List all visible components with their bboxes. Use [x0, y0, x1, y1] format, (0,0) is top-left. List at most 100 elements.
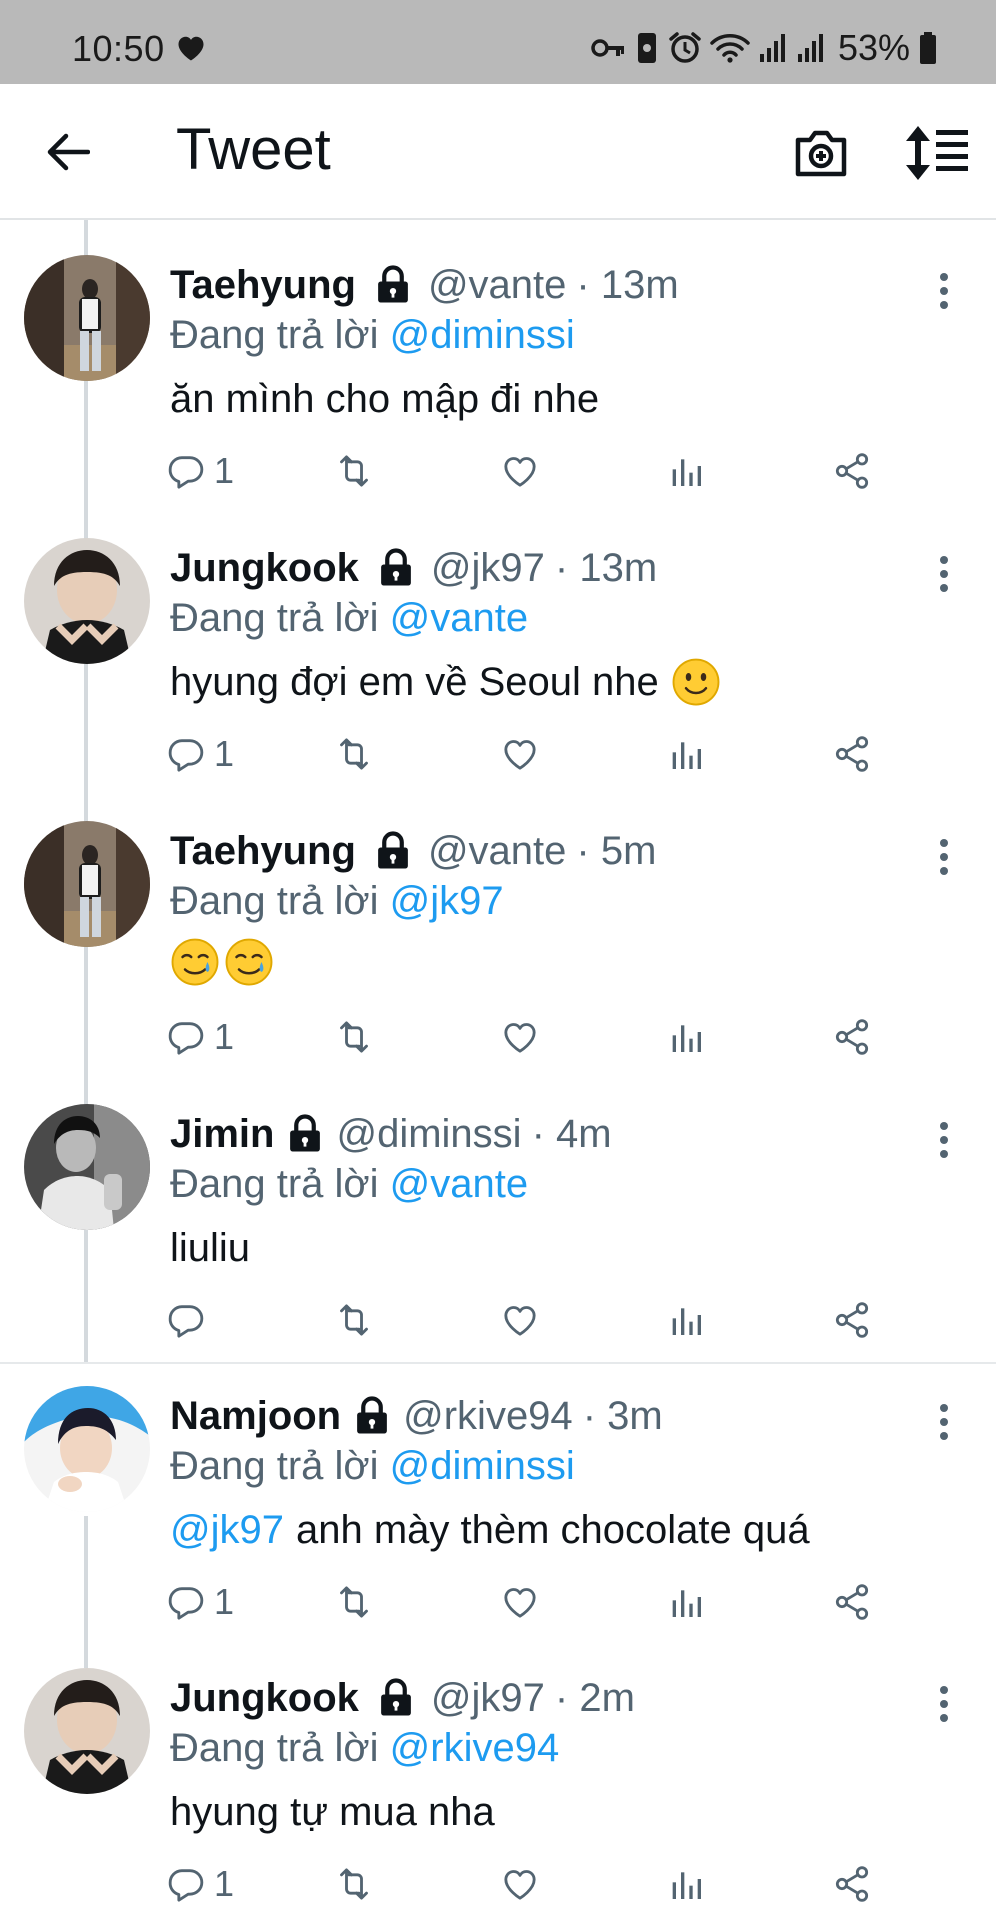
reply-button[interactable]: 1 [166, 1856, 234, 1912]
retweet-button[interactable] [334, 726, 374, 782]
more-button[interactable] [930, 1680, 958, 1728]
retweet-button[interactable] [334, 1009, 374, 1065]
like-button[interactable] [500, 1574, 540, 1630]
author-handle: @rkive94 [403, 1394, 573, 1438]
like-button[interactable] [500, 1009, 540, 1065]
reply-prefix: Đang trả lời [170, 596, 379, 640]
more-button[interactable] [930, 1398, 958, 1446]
share-button[interactable] [832, 443, 872, 499]
retweet-button[interactable] [334, 443, 374, 499]
lock-icon [637, 33, 656, 63]
avatar[interactable] [24, 255, 150, 381]
avatar[interactable] [24, 1668, 150, 1794]
share-button[interactable] [832, 726, 872, 782]
views-button[interactable] [666, 1009, 706, 1065]
lock-icon [372, 829, 414, 873]
more-icon [940, 1404, 948, 1412]
like-button[interactable] [500, 1292, 540, 1348]
like-button[interactable] [500, 1856, 540, 1912]
tweet[interactable]: Jungkook @jk97 · 2m Đang trả lời @rkive9… [0, 1668, 996, 1920]
author-name[interactable]: Jungkook [170, 1670, 359, 1726]
views-icon [666, 1582, 706, 1622]
more-button[interactable] [930, 550, 958, 598]
reply-mention[interactable]: @vante [390, 596, 528, 640]
author-name[interactable]: Jimin [170, 1106, 274, 1162]
views-button[interactable] [666, 1574, 706, 1630]
sort-button[interactable] [904, 122, 970, 184]
retweet-button[interactable] [334, 1292, 374, 1348]
like-button[interactable] [500, 443, 540, 499]
share-button[interactable] [832, 1009, 872, 1065]
share-button[interactable] [832, 1292, 872, 1348]
camera-button[interactable] [790, 122, 852, 184]
tweet-text: liuliu [170, 1220, 250, 1276]
views-icon [666, 1300, 706, 1340]
author-name[interactable]: Taehyung [170, 257, 356, 313]
views-button[interactable] [666, 1292, 706, 1348]
share-button[interactable] [832, 1856, 872, 1912]
tweet-author: Taehyung @vante · 5m [170, 823, 656, 879]
avatar[interactable] [24, 821, 150, 947]
share-button[interactable] [832, 1574, 872, 1630]
back-button[interactable] [40, 124, 96, 180]
tweet-text: @jk97 anh mày thèm chocolate quá [170, 1502, 810, 1558]
views-button[interactable] [666, 726, 706, 782]
lock-icon [351, 1394, 393, 1438]
views-button[interactable] [666, 1856, 706, 1912]
more-icon [940, 273, 948, 281]
tweet[interactable]: Jungkook @jk97 · 13m Đang trả lời @vante… [0, 538, 996, 803]
reply-icon [166, 1300, 206, 1340]
tweet-mention[interactable]: @jk97 [170, 1502, 284, 1558]
status-bar: 10:50 53% [0, 0, 996, 84]
more-button[interactable] [930, 833, 958, 881]
reply-count: 1 [214, 1016, 235, 1057]
author-name[interactable]: Jungkook [170, 540, 359, 596]
like-icon [500, 1017, 540, 1057]
reply-mention[interactable]: @diminssi [390, 313, 575, 357]
avatar[interactable] [24, 538, 150, 664]
tweet-body: anh mày thèm chocolate quá [295, 1508, 810, 1552]
like-button[interactable] [500, 726, 540, 782]
reply-mention[interactable]: @jk97 [390, 879, 504, 923]
tweet-actions: 1 [166, 1856, 886, 1912]
avatar-image [24, 1668, 150, 1794]
tweet[interactable]: Taehyung @vante · 13m Đang trả lời @dimi… [0, 255, 996, 520]
reply-prefix: Đang trả lời [170, 1444, 379, 1488]
signal-icon [797, 34, 823, 62]
reply-prefix: Đang trả lời [170, 313, 379, 357]
back-arrow-icon [47, 133, 90, 171]
reply-mention[interactable]: @rkive94 [390, 1726, 560, 1770]
reply-button[interactable]: 1 [166, 1009, 234, 1065]
tweet[interactable]: Taehyung @vante · 5m Đang trả lời @jk97 … [0, 821, 996, 1086]
tweet-body: hyung đợi em về Seoul nhe [170, 660, 659, 704]
reply-mention[interactable]: @vante [390, 1162, 528, 1206]
replying-to: Đang trả lời @vante [170, 1156, 528, 1212]
sort-icon [906, 126, 968, 180]
more-button[interactable] [930, 1116, 958, 1164]
reply-icon [166, 1017, 206, 1057]
avatar[interactable] [24, 1104, 150, 1230]
reply-button[interactable] [166, 1292, 214, 1348]
like-icon [500, 1864, 540, 1904]
author-name[interactable]: Taehyung [170, 823, 356, 879]
retweet-icon [334, 1582, 374, 1622]
smiling-face-with-tear-emoji [225, 938, 273, 986]
retweet-button[interactable] [334, 1574, 374, 1630]
reply-button[interactable]: 1 [166, 443, 234, 499]
tweet[interactable]: Jimin @diminssi · 4m Đang trả lời @vante… [0, 1104, 996, 1362]
author-handle: @jk97 [430, 1676, 545, 1720]
avatar[interactable] [24, 1386, 150, 1512]
tweet[interactable]: Namjoon @rkive94 · 3m Đang trả lời @dimi… [0, 1386, 996, 1651]
author-name[interactable]: Namjoon [170, 1388, 341, 1444]
reply-mention[interactable]: @diminssi [390, 1444, 575, 1488]
views-button[interactable] [666, 443, 706, 499]
author-handle: @jk97 [430, 546, 545, 590]
more-button[interactable] [930, 267, 958, 315]
avatar-image [24, 538, 150, 664]
retweet-button[interactable] [334, 1856, 374, 1912]
reply-button[interactable]: 1 [166, 1574, 234, 1630]
tweet-time: · 2m [554, 1676, 635, 1720]
tweet-author: Jungkook @jk97 · 2m [170, 1670, 635, 1726]
reply-button[interactable]: 1 [166, 726, 234, 782]
reply-icon [166, 734, 206, 774]
